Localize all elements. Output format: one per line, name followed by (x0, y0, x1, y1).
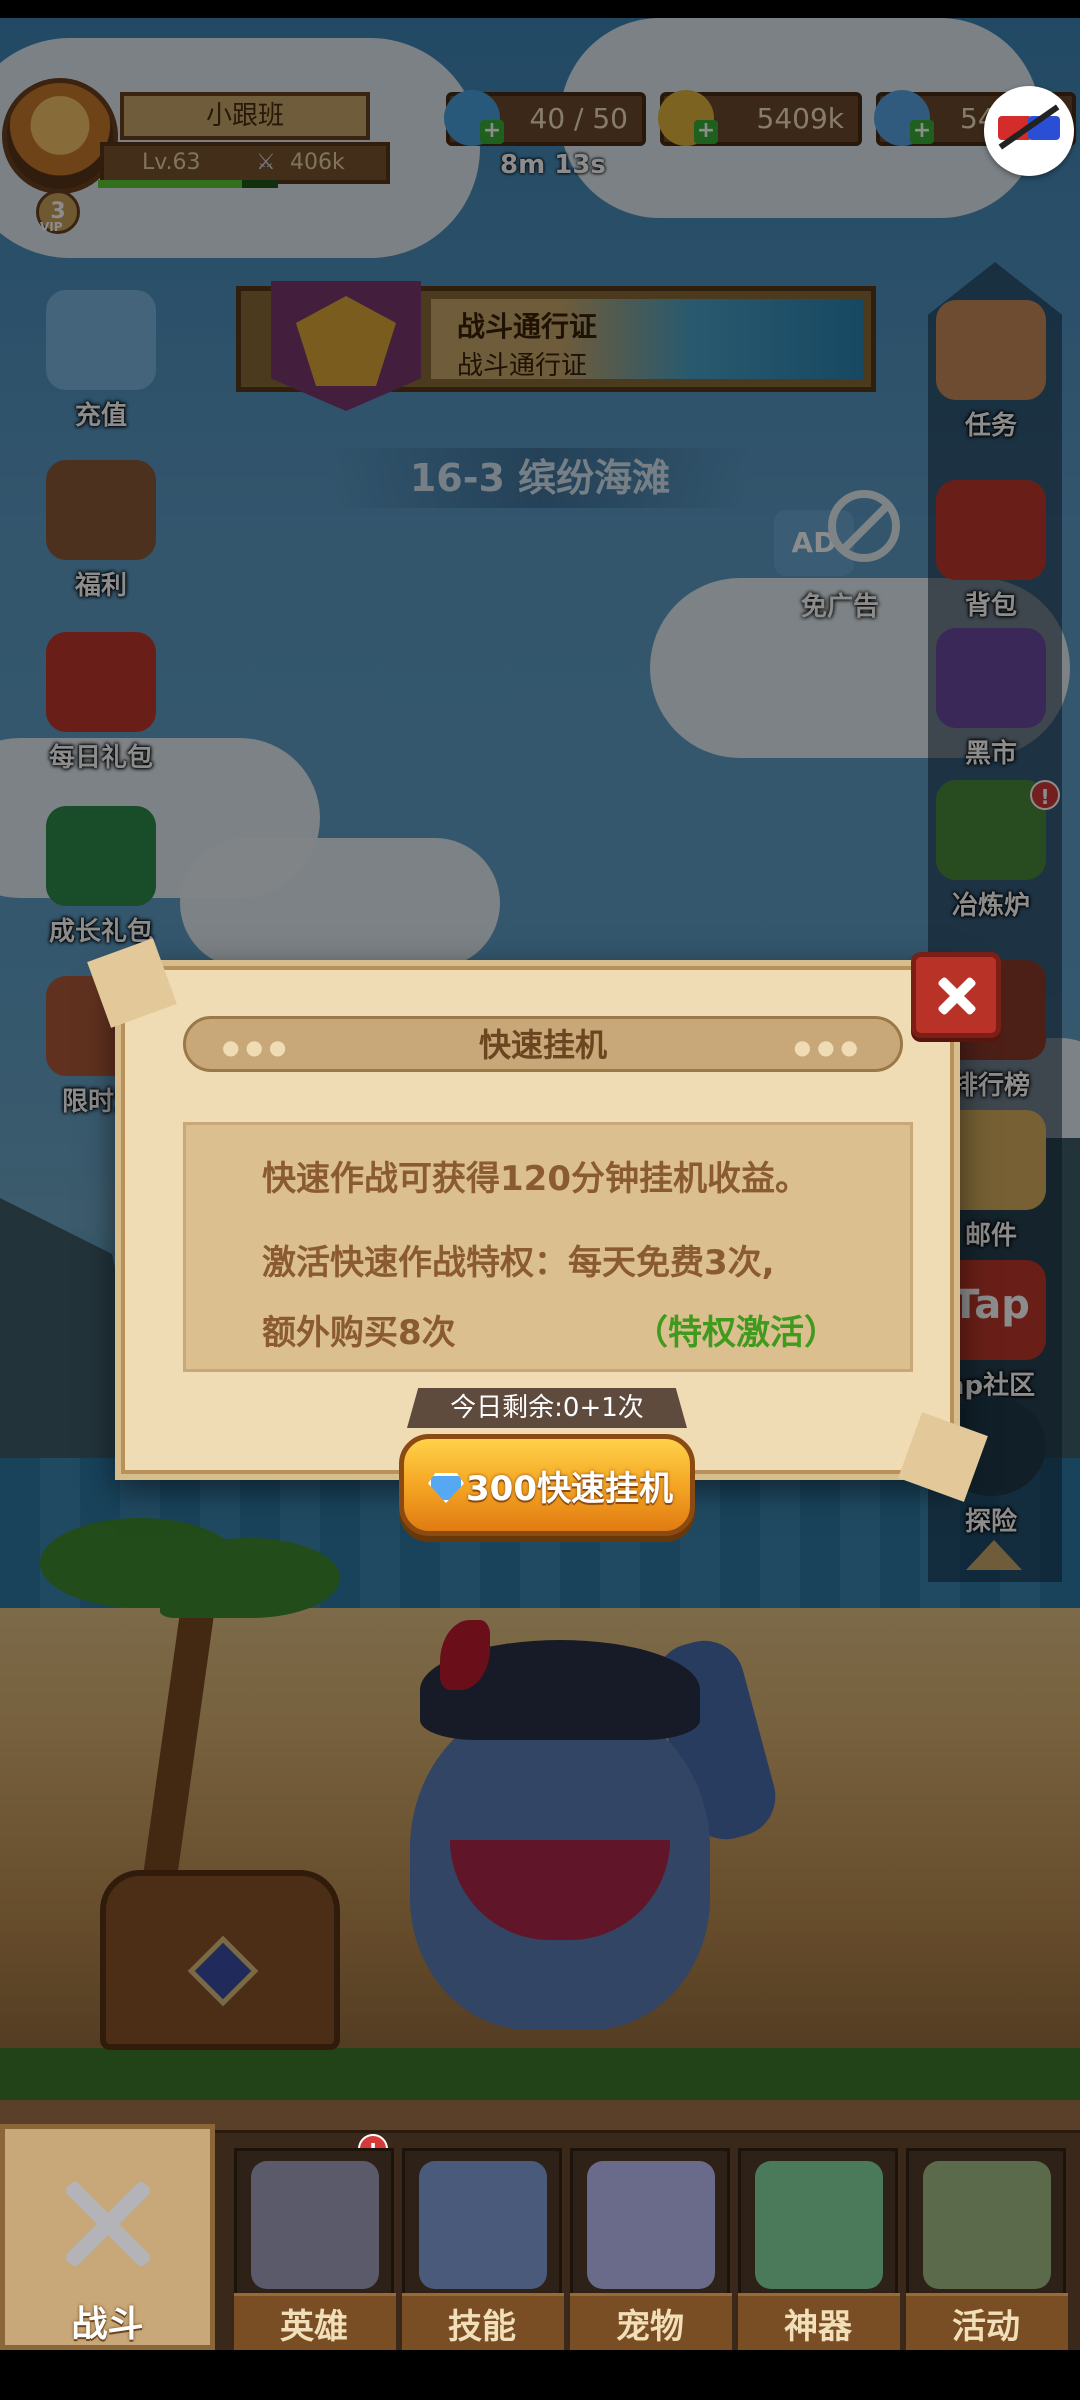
growth-gift-icon (46, 806, 156, 906)
crossed-swords-icon (45, 2169, 175, 2269)
gold-counter[interactable]: + 5409k (658, 90, 862, 146)
add-gold-icon[interactable]: + (694, 120, 718, 144)
ad-free-button[interactable]: AD 免广告 (770, 490, 910, 622)
adventure-label: 探险 (964, 1507, 1017, 1537)
modal-title-bar: ●●● ●●● 快速挂机 (183, 1016, 903, 1072)
welfare-icon (46, 460, 156, 560)
gold-value: 5409k (756, 102, 844, 135)
black-market-button[interactable]: 黑市 (926, 628, 1056, 769)
recharge-button[interactable]: 充值 (36, 290, 166, 431)
black-market-icon (936, 628, 1046, 728)
close-button[interactable] (911, 952, 1001, 1038)
player-level-plate: Lv.63 ⚔ 406k (100, 142, 390, 184)
spellbook-icon (419, 2161, 547, 2289)
stamina-counter[interactable]: + 40 / 50 (444, 90, 646, 146)
artifact-crest-icon (755, 2161, 883, 2289)
remaining-uses: 今日剩余:0+1次 (407, 1388, 687, 1428)
quick-idle-modal: ●●● ●●● 快速挂机 快速作战可获得120分钟挂机收益。 激活快速作战特权：… (115, 952, 1001, 1536)
winged-orb-icon (587, 2161, 715, 2289)
player-power: 406k (290, 150, 345, 175)
nav-tab-skills-label: 技能 (448, 2307, 516, 2347)
activate-privilege-link[interactable]: （特权激活） (634, 1305, 838, 1354)
palm-tree-trunk (140, 1598, 216, 1901)
nav-tab-pets[interactable]: 宠物 (570, 2148, 732, 2351)
welfare-button[interactable]: 福利 (36, 460, 166, 601)
stamina-value: 40 / 50 (529, 102, 629, 135)
daily-gift-icon (46, 632, 156, 732)
player-level: Lv.63 (142, 150, 201, 175)
nav-tab-artifacts-label: 神器 (784, 2307, 852, 2347)
game-screen: 3 VIP 小跟班 Lv.63 ⚔ 406k + 40 / 50 8m 13s … (0, 0, 1080, 2400)
xp-progress-bar (98, 180, 278, 188)
stage-title: 16-3 缤纷海滩 (330, 448, 750, 508)
quick-idle-label: 快速挂机 (536, 1469, 673, 1509)
system-navigation-bar (0, 2350, 1080, 2400)
scroll-quill-icon (936, 300, 1046, 400)
modal-info-box: 快速作战可获得120分钟挂机收益。 激活快速作战特权：每天免费3次, 额外购买8… (183, 1122, 913, 1372)
quick-idle-button[interactable]: 300快速挂机 (399, 1434, 695, 1536)
vip-label: VIP (40, 220, 63, 234)
cloud (180, 838, 500, 968)
chest-gem-icon (187, 1935, 259, 2007)
nav-tab-skills[interactable]: 技能 (402, 2148, 564, 2351)
treasure-chest[interactable] (100, 1870, 340, 2050)
battle-pass-subtitle: 战斗通行证 (457, 351, 588, 381)
nav-tab-pets-label: 宠物 (616, 2307, 684, 2347)
shark-mouth (450, 1840, 670, 1940)
daily-gift-button[interactable]: 每日礼包 (36, 632, 166, 773)
quick-idle-button-label: 300快速挂机 (466, 1461, 673, 1510)
nav-tab-artifacts[interactable]: 神器 (738, 2148, 900, 2351)
recharge-label: 充值 (74, 401, 127, 431)
beach-grass (0, 2048, 1080, 2100)
bottom-navigation: 战斗 英雄 ! 技能 宠物 神器 活动 (0, 2100, 1080, 2351)
extra-purchase-text: 额外购买8次 (262, 1313, 456, 1353)
backpack-icon (936, 480, 1046, 580)
screen-recorder-icon[interactable] (984, 86, 1074, 176)
quest-label: 任务 (964, 411, 1017, 441)
battle-pass-shield-icon (271, 281, 421, 411)
nav-tab-battle[interactable]: 战斗 (0, 2124, 215, 2350)
add-gem-icon[interactable]: + (910, 120, 934, 144)
nav-tab-battle-label: 战斗 (71, 2304, 144, 2345)
ad-free-label: 免广告 (800, 592, 879, 622)
nav-tab-events[interactable]: 活动 (906, 2148, 1068, 2351)
backpack-label: 背包 (964, 591, 1017, 621)
nav-tab-heroes-label: 英雄 (280, 2307, 348, 2347)
modal-title: 快速挂机 (478, 1026, 607, 1064)
trumpets-icon (923, 2161, 1051, 2289)
battle-pass-emblem (296, 296, 396, 386)
gem-pile-icon (46, 290, 156, 390)
forge-alert-badge: ! (1030, 780, 1060, 810)
player-name[interactable]: 小跟班 (120, 92, 370, 140)
nav-tab-heroes[interactable]: 英雄 (234, 2148, 396, 2351)
quest-button[interactable]: 任务 (926, 300, 1056, 441)
quick-idle-cost: 300 (466, 1469, 537, 1509)
daily-gift-label: 每日礼包 (48, 743, 153, 773)
black-market-label: 黑市 (964, 739, 1017, 769)
add-stamina-icon[interactable]: + (480, 120, 504, 144)
backpack-button[interactable]: 背包 (926, 480, 1056, 621)
battle-pass-banner[interactable]: 战斗通行证 战斗通行证 (236, 281, 876, 411)
nav-tab-events-label: 活动 (952, 2307, 1020, 2347)
welfare-label: 福利 (74, 571, 127, 601)
battle-pass-title: 战斗通行证 (457, 310, 598, 343)
no-sign-icon (828, 490, 900, 562)
power-sword-icon: ⚔ (256, 150, 276, 175)
reward-description: 快速作战可获得120分钟挂机收益。 (262, 1159, 809, 1199)
pirate-shark-enemy (410, 1620, 710, 2030)
palm-leaf (160, 1538, 340, 1618)
stamina-timer: 8m 13s (500, 150, 606, 180)
privilege-description: 激活快速作战特权：每天免费3次, (262, 1243, 775, 1283)
battle-pass-panel: 战斗通行证 战斗通行证 (431, 299, 863, 381)
xp-progress-fill (98, 180, 242, 188)
knight-helmet-icon (251, 2161, 379, 2289)
diamond-icon (428, 1473, 464, 1503)
forge-label: 冶炼炉 (951, 891, 1030, 921)
growth-gift-button[interactable]: 成长礼包 (36, 806, 166, 947)
